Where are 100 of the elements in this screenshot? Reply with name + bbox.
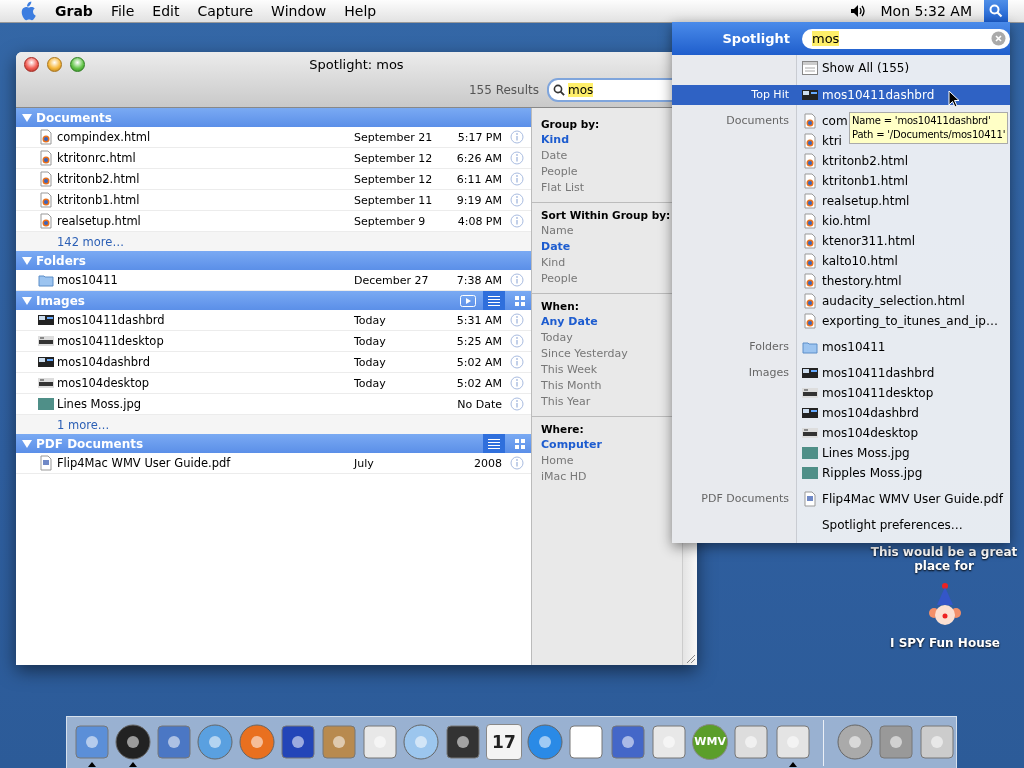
menu-item[interactable]: Edit [143, 3, 189, 19]
result-row[interactable]: mos104dashbrd Today 5:02 AM [16, 352, 531, 373]
folder-icon [38, 272, 54, 288]
calendar-icon[interactable]: 17 [485, 723, 522, 760]
info-icon[interactable] [510, 151, 524, 165]
list-view-icon [488, 295, 500, 306]
time-text: 5:17 PM [456, 130, 502, 144]
category-label: Documents [725, 113, 790, 129]
result-item[interactable]: audacity_selection.html [796, 291, 965, 311]
result-item[interactable]: ktritonb1.html [796, 171, 908, 191]
zoom-button[interactable] [70, 56, 85, 72]
info-icon[interactable] [510, 130, 524, 144]
result-item[interactable]: ktri [796, 131, 842, 151]
disclosure-triangle-icon[interactable] [22, 256, 32, 265]
preferences-item[interactable]: Spotlight preferences… [796, 515, 1010, 535]
document-icon [38, 129, 54, 145]
menu-item[interactable]: Capture [188, 3, 263, 19]
result-item[interactable]: kalto10.html [796, 251, 898, 271]
list-view-icon [488, 438, 500, 449]
date-text: September 9 [354, 214, 427, 228]
info-icon[interactable] [510, 313, 524, 327]
category-label: Top Hit [750, 87, 790, 103]
result-item[interactable]: exporting_to_itunes_and_ip… [796, 311, 998, 331]
folder-icon [802, 339, 818, 355]
desktop-caption: This would be a great place for [869, 545, 1019, 573]
info-icon[interactable] [510, 355, 524, 369]
disclosure-triangle-icon[interactable] [22, 439, 32, 448]
document-icon [802, 193, 818, 209]
time-text: 5:02 AM [455, 355, 502, 369]
result-row[interactable]: ktritonrc.html September 12 6:26 AM [16, 148, 531, 169]
grid-view-icon [515, 438, 525, 449]
menu-item[interactable]: File [101, 3, 144, 19]
minimize-button[interactable] [47, 56, 62, 72]
document-icon [38, 171, 54, 187]
document-icon [802, 153, 818, 169]
result-row[interactable]: ktritonb2.html September 12 6:11 AM [16, 169, 531, 190]
info-icon[interactable] [510, 193, 524, 207]
spotlight-button[interactable] [984, 0, 1008, 22]
sidebar-heading: When: [541, 300, 580, 312]
menu-item[interactable]: Help [335, 3, 386, 19]
date-text: Today [354, 334, 387, 348]
document-icon [802, 173, 818, 189]
desktop-icon-label[interactable]: I SPY Fun House [880, 636, 1010, 650]
result-row[interactable]: Flip4Mac WMV User Guide.pdf July 2008 [16, 453, 531, 474]
category-label: Folders [748, 339, 790, 355]
image-thumbnail-icon [802, 385, 818, 401]
result-item[interactable]: ktenor311.html [796, 231, 915, 251]
result-item[interactable]: Lines Moss.jpg [796, 443, 910, 463]
result-item[interactable]: ktritonb2.html [796, 151, 908, 171]
result-item[interactable]: mos10411dashbrd [796, 85, 935, 105]
date-text: Today [354, 376, 387, 390]
info-icon[interactable] [510, 334, 524, 348]
document-icon [802, 313, 818, 329]
more-link[interactable]: 142 more… [57, 234, 124, 249]
image-thumbnail-icon [802, 365, 818, 381]
speaker-icon[interactable] [850, 4, 867, 18]
result-item[interactable]: realsetup.html [796, 191, 910, 211]
menu-item[interactable]: Window [262, 3, 336, 19]
result-item[interactable]: com [796, 111, 848, 131]
search-icon [989, 4, 1003, 18]
result-item[interactable]: mos10411dashbrd [796, 363, 935, 383]
view-button[interactable] [483, 434, 505, 453]
window-title: Spotlight: mos [309, 56, 404, 72]
result-item[interactable]: mos10411desktop [796, 383, 934, 403]
time-text: 2008 [473, 456, 502, 470]
result-item[interactable]: mos104desktop [796, 423, 919, 443]
info-icon[interactable] [510, 456, 524, 470]
clear-icon[interactable] [991, 31, 1006, 46]
disclosure-triangle-icon[interactable] [22, 113, 32, 122]
info-icon[interactable] [510, 214, 524, 228]
result-row[interactable]: mos104desktop Today 5:02 AM [16, 373, 531, 394]
time-text: 5:25 AM [455, 334, 502, 348]
disclosure-triangle-icon[interactable] [22, 296, 32, 305]
result-item[interactable]: mos104dashbrd [796, 403, 919, 423]
result-row[interactable]: ktritonb1.html September 11 9:19 AM [16, 190, 531, 211]
category-label: Images [747, 365, 790, 381]
info-icon[interactable] [510, 172, 524, 186]
result-row[interactable]: mos10411desktop Today 5:25 AM [16, 331, 531, 352]
view-button[interactable] [483, 291, 505, 310]
close-button[interactable] [24, 56, 39, 72]
info-icon[interactable] [510, 273, 524, 287]
menu-clock[interactable]: Mon 5:32 AM [880, 3, 972, 19]
app-menu[interactable]: Grab [46, 3, 102, 19]
result-row[interactable]: compindex.html September 21 5:17 PM [16, 127, 531, 148]
info-icon[interactable] [510, 376, 524, 390]
spotlight-search-field[interactable]: mos [802, 28, 1010, 49]
info-icon[interactable] [510, 397, 524, 411]
document-icon [802, 113, 818, 129]
date-text: September 12 [354, 172, 434, 186]
more-link[interactable]: 1 more… [57, 417, 110, 432]
tooltip-line: Path = '/Documents/mos10411' [852, 128, 1006, 142]
result-item[interactable]: mos10411 [796, 337, 886, 357]
pointer-cursor-icon [948, 90, 960, 108]
result-row[interactable]: mos10411dashbrd Today 5:31 AM [16, 310, 531, 331]
result-item[interactable]: thestory.html [796, 271, 902, 291]
result-item[interactable]: Ripples Moss.jpg [796, 463, 923, 483]
result-item[interactable]: kio.html [796, 211, 871, 231]
show-all-item[interactable]: Show All (155) [796, 58, 1010, 78]
result-item[interactable]: Flip4Mac WMV User Guide.pdf [796, 489, 1003, 509]
date-text: December 27 [354, 273, 430, 287]
